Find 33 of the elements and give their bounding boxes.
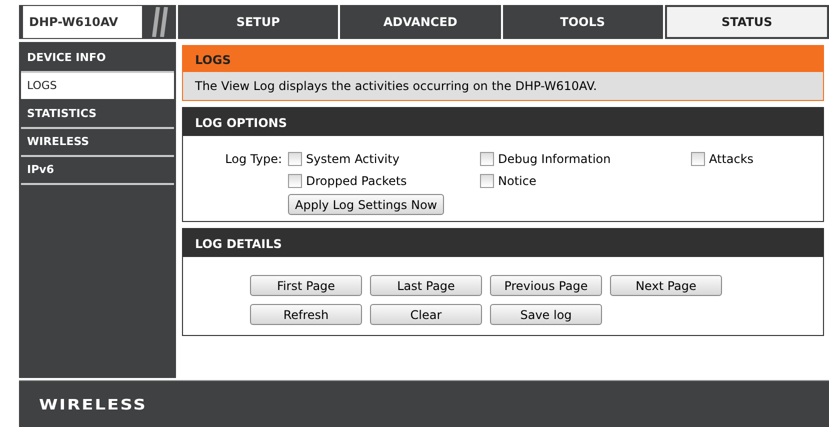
section-header: LOG DETAILS (183, 229, 823, 257)
log-button[interactable]: Next Page (610, 275, 722, 296)
option-label: Dropped Packets (306, 174, 407, 188)
description-text: The View Log displays the activities occurring on the DHP-W610AV. (183, 72, 823, 100)
checkbox[interactable] (691, 152, 705, 166)
nav-tab[interactable]: ADVANCED (340, 5, 500, 39)
nav-tab[interactable]: STATUS (664, 5, 829, 39)
log-button[interactable]: Last Page (370, 275, 482, 296)
checkbox[interactable] (288, 174, 302, 188)
sidebar-item[interactable]: IPv6 (21, 157, 174, 185)
sidebar-item[interactable]: WIRELESS (21, 129, 174, 157)
option-label: Attacks (709, 152, 754, 166)
model-name: DHP-W610AV (23, 6, 142, 38)
option-label: Notice (498, 174, 536, 188)
sidebar-item[interactable]: LOGS (21, 73, 174, 101)
brand-text: WIRELESS (39, 396, 147, 414)
log-button[interactable]: Refresh (250, 304, 362, 325)
log-button[interactable]: Previous Page (490, 275, 602, 296)
section-title: LOGS (183, 46, 823, 72)
option-label: System Activity (306, 152, 400, 166)
nav-tab[interactable]: SETUP (178, 5, 338, 39)
option-label: Debug Information (498, 152, 611, 166)
log-button[interactable]: Clear (370, 304, 482, 325)
sidebar-item[interactable]: STATISTICS (21, 101, 174, 129)
checkbox[interactable] (288, 152, 302, 166)
nav-tab[interactable]: TOOLS (502, 5, 663, 39)
log-button[interactable]: Save log (490, 304, 602, 325)
checkbox[interactable] (480, 174, 494, 188)
checkbox[interactable] (480, 152, 494, 166)
section-header: LOG OPTIONS (183, 108, 823, 136)
log-button[interactable]: First Page (250, 275, 362, 296)
apply-button[interactable]: Apply Log Settings Now (288, 194, 444, 215)
field-label: Log Type: (224, 152, 283, 166)
